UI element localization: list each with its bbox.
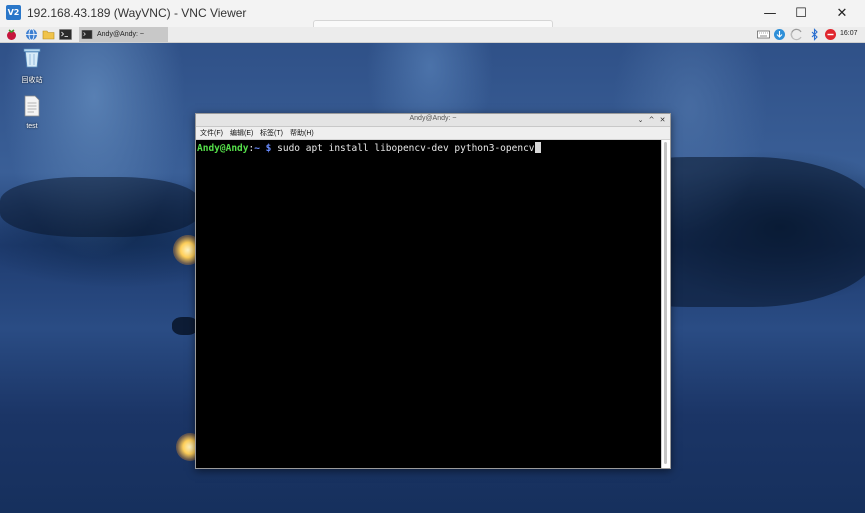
- terminal-icon[interactable]: [59, 28, 72, 41]
- menu-edit[interactable]: 编辑(E): [230, 128, 253, 138]
- maximize-button[interactable]: ☐: [782, 0, 820, 27]
- terminal-title-bar[interactable]: Andy@Andy: ~ ⌄ ^ ✕: [196, 114, 670, 127]
- terminal-menu-bar: 文件(F) 编辑(E) 标签(T) 帮助(H): [196, 127, 670, 140]
- vnc-logo-icon: V2: [6, 5, 21, 20]
- desktop-icon-trash[interactable]: 回收站: [10, 47, 54, 85]
- network-icon[interactable]: [790, 28, 803, 41]
- taskbar-item-terminal[interactable]: Andy@Andy: ~: [79, 27, 168, 42]
- terminal-window[interactable]: Andy@Andy: ~ ⌄ ^ ✕ 文件(F) 编辑(E) 标签(T) 帮助(…: [195, 113, 671, 469]
- terminal-maximize-button[interactable]: ^: [647, 115, 656, 125]
- scrollbar-thumb[interactable]: [664, 142, 667, 464]
- terminal-close-button[interactable]: ✕: [658, 115, 667, 125]
- desktop-icon-label: 回收站: [21, 77, 43, 84]
- text-cursor: [534, 142, 541, 153]
- window-title: 192.168.43.189 (WayVNC) - VNC Viewer: [27, 6, 247, 20]
- taskbar: Andy@Andy: ~ 16:07: [0, 27, 865, 43]
- trash-icon: [23, 48, 41, 68]
- prompt-user: Andy@Andy: [197, 143, 249, 154]
- desktop-icon-test-file[interactable]: test: [10, 95, 54, 130]
- file-manager-icon[interactable]: [42, 28, 55, 41]
- menu-help[interactable]: 帮助(H): [290, 128, 314, 138]
- web-browser-icon[interactable]: [25, 28, 38, 41]
- remote-desktop[interactable]: Andy@Andy: ~ 16:07 回收站 test Andy@Andy: ~…: [0, 27, 865, 513]
- update-icon[interactable]: [773, 28, 786, 41]
- taskbar-item-label: Andy@Andy: ~: [97, 31, 144, 38]
- command-line: Andy@Andy:~ $ sudo apt install libopencv…: [197, 142, 541, 154]
- terminal-output[interactable]: Andy@Andy:~ $ sudo apt install libopencv…: [196, 140, 662, 468]
- desktop-icon-label: test: [26, 123, 38, 130]
- menu-tabs[interactable]: 标签(T): [260, 128, 283, 138]
- terminal-title: Andy@Andy: ~: [409, 115, 457, 122]
- terminal-minimize-button[interactable]: ⌄: [636, 115, 645, 125]
- terminal-icon: [81, 30, 93, 39]
- keyboard-icon[interactable]: [757, 28, 770, 41]
- vnc-title-bar: V2 192.168.43.189 (WayVNC) - VNC Viewer …: [0, 0, 865, 32]
- close-button[interactable]: ✕: [823, 0, 861, 27]
- menu-file[interactable]: 文件(F): [200, 128, 223, 138]
- terminal-scrollbar[interactable]: [661, 140, 670, 468]
- prompt-dollar: $: [259, 143, 278, 154]
- file-icon: [24, 95, 40, 117]
- clock: 16:07: [840, 30, 858, 37]
- volume-mute-icon[interactable]: [824, 28, 837, 41]
- far-bank-shadow: [0, 177, 200, 237]
- bluetooth-icon[interactable]: [808, 28, 821, 41]
- command-text: sudo apt install libopencv-dev python3-o…: [277, 143, 535, 154]
- raspberry-menu-icon[interactable]: [5, 28, 18, 41]
